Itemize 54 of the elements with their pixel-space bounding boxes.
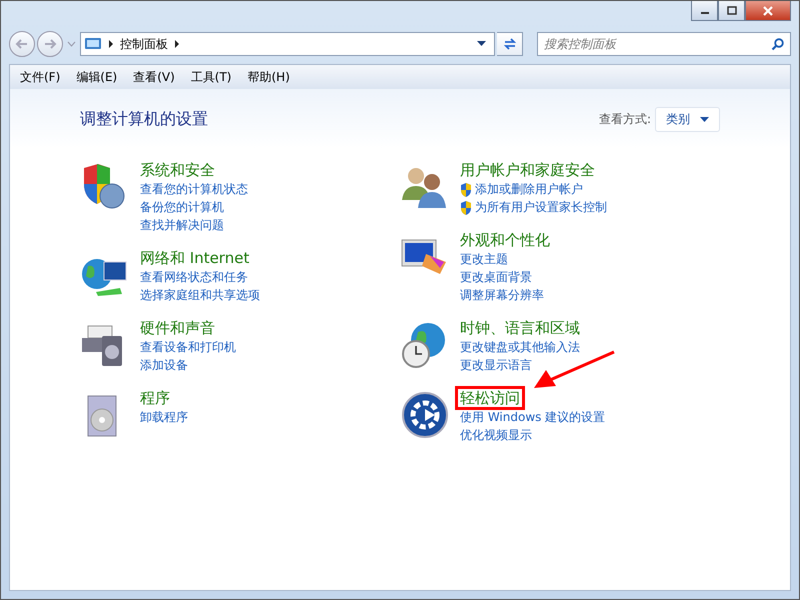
breadcrumb-arrow-icon (108, 40, 114, 48)
page-heading: 调整计算机的设置 (80, 109, 208, 130)
category-link[interactable]: 更改键盘或其他输入法 (460, 339, 580, 356)
view-by-label: 查看方式: (598, 111, 651, 128)
category-title[interactable]: 系统和安全 (140, 161, 215, 179)
forward-button[interactable] (37, 31, 63, 57)
category-title[interactable]: 轻松访问 (460, 389, 520, 407)
category-title[interactable]: 外观和个性化 (460, 231, 550, 249)
menu-item[interactable]: 工具(T) (190, 68, 232, 86)
category-link[interactable]: 添加设备 (140, 357, 188, 374)
menu-item[interactable]: 查看(V) (133, 68, 175, 86)
category-link[interactable]: 查看设备和打印机 (140, 339, 236, 356)
category-link[interactable]: 备份您的计算机 (140, 199, 224, 216)
category-link[interactable]: 查看您的计算机状态 (140, 181, 248, 198)
control-panel-icon (84, 37, 102, 51)
address-bar[interactable]: 控制面板 (80, 32, 495, 56)
accessibility-icon[interactable] (400, 390, 450, 440)
category-title[interactable]: 时钟、语言和区域 (460, 319, 580, 337)
category-link[interactable]: 更改桌面背景 (460, 269, 532, 286)
menu-item[interactable]: 文件(F) (20, 68, 60, 86)
category-link[interactable]: 卸载程序 (140, 409, 188, 426)
refresh-icon (502, 37, 518, 51)
category-link[interactable]: 调整屏幕分辨率 (460, 287, 544, 304)
maximize-button[interactable] (718, 1, 745, 21)
back-button[interactable] (9, 31, 35, 57)
category-title[interactable]: 程序 (140, 389, 170, 407)
category-link[interactable]: 查找并解决问题 (140, 217, 224, 234)
category-link[interactable]: 查看网络状态和任务 (140, 269, 248, 286)
dropdown-caret-icon (700, 117, 709, 122)
category-link[interactable]: 为所有用户设置家长控制 (475, 199, 607, 216)
search-icon (771, 38, 784, 51)
minimize-button[interactable] (691, 1, 718, 21)
maximize-icon (726, 6, 736, 15)
menu-item[interactable]: 编辑(E) (76, 68, 118, 86)
category-link[interactable]: 更改主题 (460, 251, 508, 268)
back-arrow-icon (15, 38, 29, 50)
close-icon (762, 6, 774, 16)
category-title[interactable]: 用户帐户和家庭安全 (460, 161, 595, 179)
forward-arrow-icon (43, 38, 57, 50)
category-link[interactable]: 更改显示语言 (460, 357, 532, 374)
category-title[interactable]: 网络和 Internet (140, 249, 250, 267)
breadcrumb-arrow-icon (174, 40, 180, 48)
refresh-button[interactable] (497, 32, 523, 56)
view-by-dropdown[interactable]: 类别 (655, 107, 720, 132)
category-link[interactable]: 添加或删除用户帐户 (475, 181, 583, 198)
category-link[interactable]: 优化视频显示 (460, 427, 532, 444)
category-link[interactable]: 使用 Windows 建议的设置 (460, 409, 606, 426)
search-field[interactable]: 搜索控制面板 (537, 32, 791, 56)
category-title[interactable]: 硬件和声音 (140, 319, 215, 337)
menu-item[interactable]: 帮助(H) (248, 68, 290, 86)
close-button[interactable] (745, 1, 791, 21)
breadcrumb-item[interactable]: 控制面板 (120, 36, 168, 52)
category-link[interactable]: 选择家庭组和共享选项 (140, 287, 260, 304)
dropdown-caret-icon[interactable] (477, 41, 486, 47)
